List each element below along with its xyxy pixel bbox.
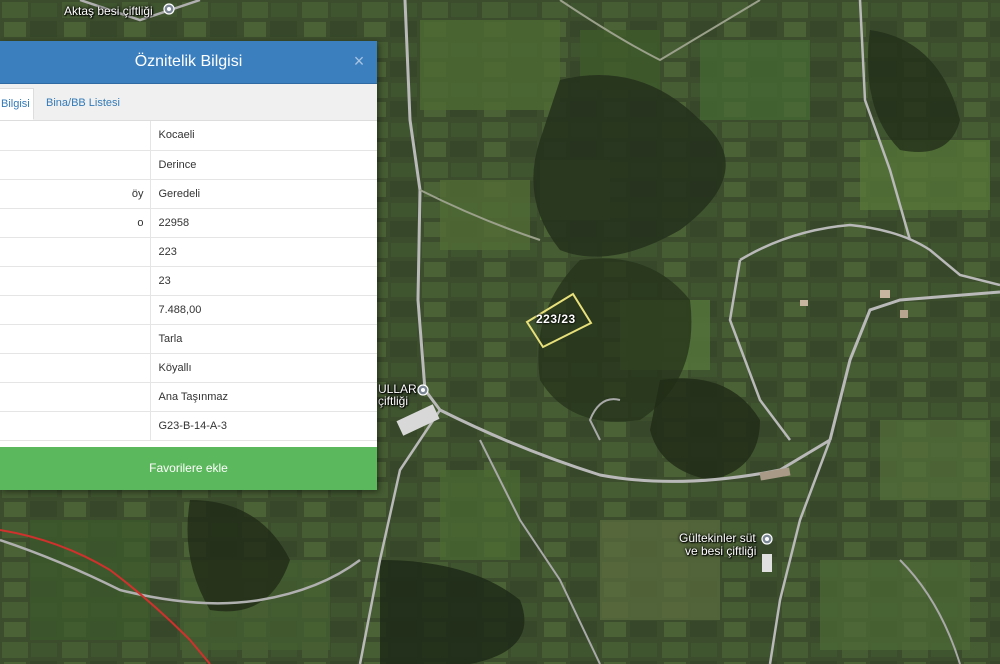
tab-building-list[interactable]: Bina/BB Listesi <box>40 88 126 120</box>
table-row: Kocaeli <box>0 121 377 151</box>
table-row: Köyallı <box>0 353 377 383</box>
panel-header: Öznitelik Bilgisi × <box>0 41 377 84</box>
map-pin-icon[interactable] <box>416 384 430 398</box>
attribute-key: o <box>137 216 144 229</box>
tab-info[interactable]: Bilgisi <box>0 88 34 120</box>
table-row: Ana Taşınmaz <box>0 382 377 412</box>
close-icon[interactable]: × <box>351 52 367 70</box>
panel-title: Öznitelik Bilgisi <box>134 53 243 70</box>
place-label-ullar-2: çiftliği <box>378 394 409 408</box>
attribute-value: 7.488,00 <box>149 295 377 325</box>
table-row: öy Geredeli <box>0 179 377 209</box>
table-row: 223 <box>0 237 377 267</box>
attribute-key: öy <box>131 187 144 200</box>
map-pin-icon[interactable] <box>760 533 774 547</box>
attribute-value: Geredeli <box>149 179 377 209</box>
attribute-value: 22958 <box>149 208 377 238</box>
attribute-value: Köyallı <box>149 353 377 383</box>
attribute-value: Tarla <box>149 324 377 354</box>
attribute-value: G23-B-14-A-3 <box>149 411 377 441</box>
attribute-value: 23 <box>149 266 377 296</box>
place-label-aktas: Aktaş besi çiftliği <box>64 4 153 18</box>
table-row: Tarla <box>0 324 377 354</box>
parcel-label[interactable]: 223/23 <box>536 312 576 326</box>
attribute-table: Kocaeli Derince öy Geredeli o 22958 223 23… <box>0 121 377 441</box>
attribute-value: 223 <box>149 237 377 267</box>
table-row: o 22958 <box>0 208 377 238</box>
attribute-value: Derince <box>149 150 377 180</box>
table-row: Derince <box>0 150 377 180</box>
table-row: 7.488,00 <box>0 295 377 325</box>
attribute-panel: Öznitelik Bilgisi × Bilgisi Bina/BB List… <box>0 41 377 490</box>
attribute-value: Ana Taşınmaz <box>149 382 377 412</box>
table-row: 23 <box>0 266 377 296</box>
attribute-value: Kocaeli <box>149 121 377 151</box>
table-row: G23-B-14-A-3 <box>0 411 377 441</box>
place-label-gultekinler-2: ve besi çiftliği <box>685 544 757 558</box>
map-pin-icon[interactable] <box>162 3 176 17</box>
add-to-favorites-button[interactable]: Favorilere ekle <box>0 447 377 490</box>
panel-tabs: Bilgisi Bina/BB Listesi <box>0 84 377 121</box>
